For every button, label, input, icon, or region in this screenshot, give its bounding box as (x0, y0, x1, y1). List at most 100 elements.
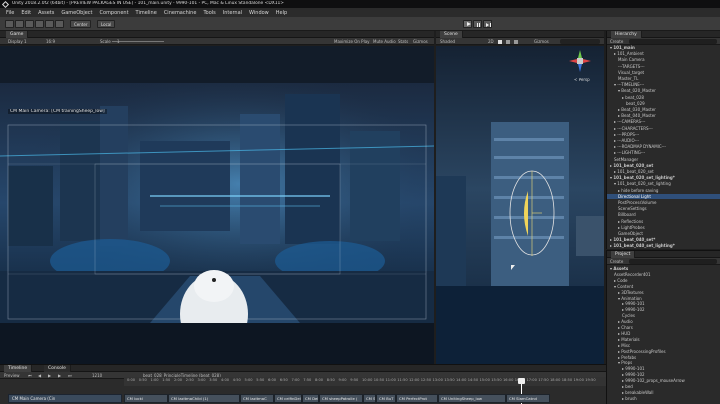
project-item[interactable]: ▸ breakableWall (607, 390, 720, 395)
shading-mode-dropdown[interactable]: Shaded (440, 39, 455, 44)
project-item[interactable]: ▾ Content (607, 284, 720, 289)
timeline-clip[interactable]: CM BuT (376, 394, 396, 403)
timeline-clip[interactable]: CM lazitmaC (240, 394, 274, 403)
hierarchy-item[interactable]: ▸ ---CAMERAS--- (607, 119, 720, 124)
hierarchy-item[interactable]: Main Camera (607, 57, 720, 62)
menu-gameobject[interactable]: GameObject (61, 10, 92, 16)
project-item[interactable]: ▸ 3DTextures (607, 290, 720, 295)
project-item[interactable]: AssetRecorder401 (607, 272, 720, 277)
hierarchy-item[interactable]: ▸ LightProbes (607, 225, 720, 230)
pause-button[interactable] (473, 20, 482, 28)
play-button[interactable] (463, 20, 472, 28)
menu-window[interactable]: Window (249, 10, 269, 16)
hierarchy-item[interactable]: ▾ 101_main (607, 45, 720, 50)
pivot-center-button[interactable]: Center (70, 20, 92, 28)
perspective-label[interactable]: < Persp (574, 78, 590, 83)
hierarchy-item[interactable]: ---TARGETS--- (607, 64, 720, 69)
hierarchy-item[interactable]: ▾ 101_beat_020_set_lighting (607, 181, 720, 186)
project-item[interactable]: ▸ 9990-102 (607, 307, 720, 312)
stats-toggle[interactable]: Stats (398, 39, 408, 44)
hierarchy-item[interactable]: Visual_target (607, 70, 720, 75)
project-item[interactable]: ▸ Materials (607, 337, 720, 342)
hierarchy-item[interactable]: Billboard (607, 212, 720, 217)
project-item[interactable]: ▸ 9990-102 (607, 372, 720, 377)
tab-project[interactable]: Project (611, 251, 636, 258)
tab-timeline[interactable]: Timeline (4, 365, 33, 372)
game-view[interactable]: CM Main Camera: [CM trainingSheep_low] (0, 46, 434, 364)
display-dropdown[interactable]: Display 1 (8, 39, 27, 44)
hierarchy-item[interactable]: beat_029 (607, 101, 720, 106)
hierarchy-item[interactable]: ▸ ---LIGHTING--- (607, 150, 720, 155)
timeline-clip[interactable]: CM UnitingSheep_low (438, 394, 506, 403)
hierarchy-item[interactable]: ▸ Beat_040_Master (607, 113, 720, 118)
menu-timeline[interactable]: Timeline (136, 10, 157, 16)
timeline-clip[interactable]: CM SlamCatnd (506, 394, 550, 403)
tab-hierarchy[interactable]: Hierarchy (611, 31, 642, 38)
project-item[interactable]: ▸ Chars (607, 325, 720, 330)
hierarchy-item[interactable]: ▸ ---PROPS--- (607, 132, 720, 137)
project-item[interactable]: ▸ 9990-101 (607, 301, 720, 306)
project-item[interactable]: ▸ bed (607, 384, 720, 389)
goto-start-icon[interactable]: ⏮ (28, 373, 32, 378)
project-search-input[interactable] (629, 259, 717, 264)
rect-tool-button[interactable] (45, 20, 54, 28)
2d-toggle[interactable]: 2D (488, 39, 494, 44)
hierarchy-item[interactable]: Directional Light (607, 193, 720, 200)
hierarchy-item[interactable]: ▸ 101_beat_020_set (607, 169, 720, 174)
gizmos-dropdown[interactable]: Gizmos (413, 39, 428, 44)
timeline-play-icon[interactable]: ▶ (48, 373, 51, 378)
tab-scene[interactable]: Scene (440, 31, 463, 38)
timeline-clip[interactable]: CM lockI (124, 394, 168, 403)
menu-cinemachine[interactable]: Cinemachine (164, 10, 197, 16)
maximize-on-play-toggle[interactable]: Maximize On Play (334, 39, 370, 44)
project-item[interactable]: ▸ Code (607, 278, 720, 283)
menu-edit[interactable]: Edit (21, 10, 31, 16)
project-item[interactable]: ▸ PostProcessingProfiles (607, 349, 720, 354)
project-item[interactable]: ▸ Prefabs (607, 355, 720, 360)
hierarchy-item[interactable]: ▾ Beat_020_Master (607, 88, 720, 93)
hierarchy-item[interactable]: ▸ 101_beat_040_set_lighting* (607, 243, 720, 248)
hierarchy-item[interactable]: GameObject (607, 231, 720, 236)
menu-help[interactable]: Help (276, 10, 287, 16)
project-item[interactable]: ▸ 9990-102_props_mouseArrow (607, 378, 720, 383)
project-item[interactable]: ▾ Props (607, 360, 720, 365)
effects-toggle-icon[interactable] (514, 39, 518, 44)
scene-gizmo-axis-icon[interactable] (569, 50, 591, 72)
hierarchy-item[interactable]: ▸ Beat_030_Master (607, 107, 720, 112)
hierarchy-item[interactable]: ▸ 101_Ambient (607, 51, 720, 56)
goto-end-icon[interactable]: ⏭ (68, 373, 72, 378)
tab-console[interactable]: Console (44, 365, 71, 372)
hierarchy-item[interactable]: ▸ ---CHARACTERS--- (607, 126, 720, 131)
project-item[interactable]: ▸ HUD (607, 331, 720, 336)
hierarchy-item[interactable]: ▸ hide before saving (607, 188, 720, 193)
prev-frame-icon[interactable]: ◀ (38, 373, 41, 378)
menu-tools[interactable]: Tools (203, 10, 215, 16)
menu-component[interactable]: Component (100, 10, 129, 16)
aspect-dropdown[interactable]: 16:9 (46, 39, 55, 44)
next-frame-icon[interactable]: ▶ (58, 373, 61, 378)
timeline-clip[interactable]: CM Sla (363, 394, 376, 403)
project-create-dropdown[interactable]: Create (610, 259, 623, 264)
hierarchy-item[interactable]: ▾ 101_beat_020_set_lighting* (607, 175, 720, 180)
move-tool-button[interactable] (15, 20, 24, 28)
project-item[interactable]: ▸ 9990-101 (607, 366, 720, 371)
hierarchy-item[interactable]: SetManager (607, 157, 720, 162)
timeline-clip[interactable]: CM lazitmaChild (1) (168, 394, 240, 403)
rotate-tool-button[interactable] (25, 20, 34, 28)
hierarchy-item[interactable]: SceneSettings (607, 206, 720, 211)
hierarchy-item[interactable]: ▸ 101_beat_020_set (607, 163, 720, 168)
hierarchy-item[interactable]: Master_TL (607, 76, 720, 81)
hierarchy-item[interactable]: ▸ ---ROADMAP DYNAMIC--- (607, 144, 720, 149)
project-item[interactable]: ▸ Audio (607, 319, 720, 324)
timeline-clip[interactable]: CM PerfectProt (396, 394, 438, 403)
hierarchy-create-dropdown[interactable]: Create (610, 39, 623, 44)
tab-game[interactable]: Game (6, 31, 29, 38)
menu-assets[interactable]: Assets (38, 10, 54, 16)
project-item[interactable]: ▾ Animation (607, 296, 720, 301)
menu-file[interactable]: File (6, 10, 14, 16)
menu-internal[interactable]: Internal (223, 10, 242, 16)
scene-view[interactable]: < Persp (436, 46, 604, 364)
transform-tool-button[interactable] (55, 20, 64, 28)
hierarchy-item[interactable]: ▾ ---TIMELINE--- (607, 82, 720, 87)
preview-toggle[interactable]: Preview (4, 373, 20, 378)
